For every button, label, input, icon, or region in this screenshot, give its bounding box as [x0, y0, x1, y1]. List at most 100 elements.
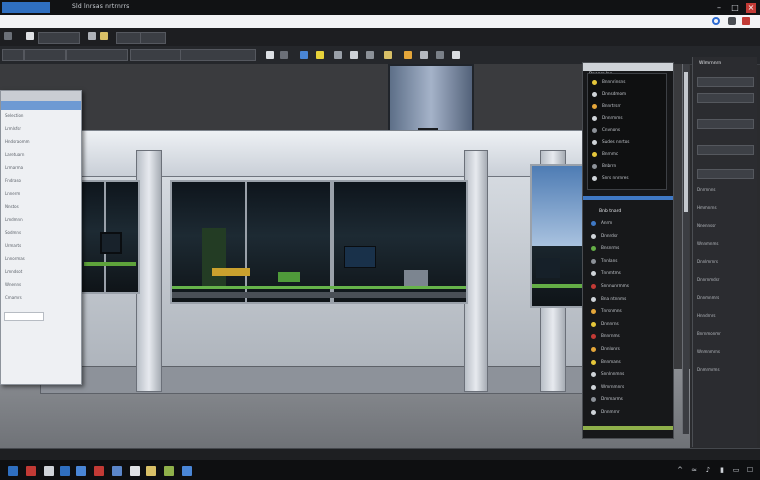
object-list-input[interactable] — [4, 312, 44, 321]
tab-objects[interactable] — [24, 49, 66, 61]
property-row[interactable]: Dnnrdsr — [587, 232, 665, 242]
notification-center-icon[interactable]: ☐ — [746, 466, 754, 474]
inspector-item[interactable]: Dnnlmrnrs — [697, 259, 718, 264]
save-icon[interactable] — [88, 32, 96, 40]
inspector-item[interactable]: Dnmrmrms — [697, 367, 720, 372]
inspector-item[interactable]: Nnennssr — [697, 223, 716, 228]
property-row[interactable]: Bnnrtrsrr — [588, 102, 666, 112]
object-list-item[interactable]: Hndsraomm — [5, 139, 30, 144]
maximize-icon[interactable]: □ — [730, 3, 740, 13]
property-row[interactable]: Bnbrrn — [588, 162, 666, 172]
object-list-item[interactable]: Wnenns — [5, 282, 21, 287]
google-icon[interactable] — [712, 17, 720, 25]
close-icon[interactable]: × — [746, 2, 756, 13]
property-row[interactable]: Tnrsnmns — [587, 307, 665, 317]
inspector-item[interactable]: Bnrnmonmr — [697, 331, 721, 336]
speaker-icon[interactable]: ♪ — [704, 466, 712, 474]
property-row[interactable]: Tnnlans — [587, 257, 665, 267]
move-tool-icon[interactable] — [280, 51, 288, 59]
settings-icon[interactable] — [728, 17, 736, 25]
object-list-item[interactable]: Lrmarma — [5, 165, 23, 170]
property-row[interactable]: Dnnnrns — [587, 320, 665, 330]
property-row[interactable]: Wmrnmnrs — [587, 383, 665, 393]
wifi-icon[interactable]: ≈ — [690, 466, 698, 474]
property-row[interactable]: Dnnrmms — [588, 114, 666, 124]
notification-icon[interactable] — [742, 17, 750, 25]
camera-tool-icon[interactable] — [350, 51, 358, 59]
material-tool-icon[interactable] — [436, 51, 444, 59]
play-icon[interactable] — [26, 32, 34, 40]
scrollbar-thumb[interactable] — [684, 72, 688, 212]
app-icon-5[interactable] — [94, 466, 104, 476]
property-row[interactable]: Snnnunrmms — [587, 282, 665, 292]
inspector-item[interactable]: Dnnmnmrs — [697, 295, 719, 300]
property-row[interactable]: Dnnsdmom — [588, 90, 666, 100]
app-icon-9[interactable] — [164, 466, 174, 476]
object-list-item[interactable]: Laretuarn — [5, 152, 24, 157]
scale-tool-icon[interactable] — [334, 51, 342, 59]
property-row[interactable]: Bna ntnnms — [587, 295, 665, 305]
light-tool-icon[interactable] — [316, 51, 324, 59]
minimize-icon[interactable]: – — [714, 3, 724, 13]
inspector-button-2[interactable] — [697, 93, 754, 103]
inspector-button-5[interactable] — [697, 169, 754, 179]
app-icon-1[interactable] — [26, 466, 36, 476]
property-row[interactable]: Snnlnnmns — [587, 370, 665, 380]
app-icon-2[interactable] — [44, 466, 54, 476]
toolbar-button-1[interactable] — [38, 32, 80, 44]
property-row[interactable]: Bnsnrms — [587, 244, 665, 254]
tab-scene[interactable] — [2, 49, 24, 61]
object-list-item[interactable]: Fndraso — [5, 178, 21, 183]
render-tool-icon[interactable] — [452, 51, 460, 59]
object-list-item[interactable]: Selection — [5, 113, 23, 118]
object-list-selected-row[interactable] — [1, 101, 81, 110]
language-icon[interactable]: ▭ — [732, 466, 740, 474]
toolbar-button-3[interactable] — [140, 32, 166, 44]
tab-layers[interactable] — [66, 49, 128, 61]
object-list-item[interactable]: Lrmlsfsr — [5, 126, 21, 131]
property-row[interactable]: Dnnlonrs — [587, 345, 665, 355]
inspector-button-4[interactable] — [697, 145, 754, 155]
object-list-item[interactable]: Cmamrs — [5, 295, 22, 300]
app-icon-6[interactable] — [112, 466, 122, 476]
object-list-item[interactable]: Lmndsot — [5, 269, 22, 274]
property-row[interactable]: Dnnmrnr — [587, 408, 665, 418]
select-tool-icon[interactable] — [266, 51, 274, 59]
mesh-tool-icon[interactable] — [404, 51, 412, 59]
property-row[interactable]: Snrs nnrnres — [588, 174, 666, 184]
inspector-item[interactable]: Wnmnmrns — [697, 349, 720, 354]
snap-tool-icon[interactable] — [384, 51, 392, 59]
object-list-item[interactable]: Lmdmnn — [5, 217, 23, 222]
app-icon-3[interactable] — [60, 466, 70, 476]
inspector-item[interactable]: Dnnrnmdsr — [697, 277, 719, 282]
inspector-button-3[interactable] — [697, 119, 754, 129]
tab-view[interactable] — [180, 49, 256, 61]
app-icon-8[interactable] — [146, 466, 156, 476]
object-list-item[interactable]: Lnnerm — [5, 191, 20, 196]
inspector-item[interactable]: Hnndrnrs — [697, 313, 715, 318]
object-list-item[interactable]: Lnnormas — [5, 256, 25, 261]
battery-icon[interactable]: ▮ — [718, 466, 726, 474]
property-row[interactable]: Dmmarms — [587, 395, 665, 405]
measure-tool-icon[interactable] — [420, 51, 428, 59]
folder-icon[interactable] — [100, 32, 108, 40]
toolbar-button-2[interactable] — [116, 32, 142, 44]
new-file-icon[interactable] — [4, 32, 12, 40]
property-row[interactable]: Anrm — [587, 219, 665, 229]
property-row[interactable]: Bnnrnms — [587, 332, 665, 342]
app-icon-4[interactable] — [76, 466, 86, 476]
rotate-tool-icon[interactable] — [300, 51, 308, 59]
property-row[interactable]: Cnvnons — [588, 126, 666, 136]
object-list-item[interactable]: Sodmns — [5, 230, 21, 235]
tab-render[interactable] — [130, 49, 182, 61]
grid-tool-icon[interactable] — [366, 51, 374, 59]
inspector-item[interactable]: Wnnmnms — [697, 241, 718, 246]
app-icon-7[interactable] — [130, 466, 140, 476]
app-icon-10[interactable] — [182, 466, 192, 476]
inspector-button-1[interactable] — [697, 77, 754, 87]
property-row[interactable]: Bnnnrinsns — [588, 78, 666, 88]
chevron-up-icon[interactable]: ^ — [676, 466, 684, 474]
property-row[interactable]: Sudes nnrtos — [588, 138, 666, 148]
property-row[interactable]: Tnnmtms — [587, 269, 665, 279]
object-list-item[interactable]: Nnstos — [5, 204, 19, 209]
